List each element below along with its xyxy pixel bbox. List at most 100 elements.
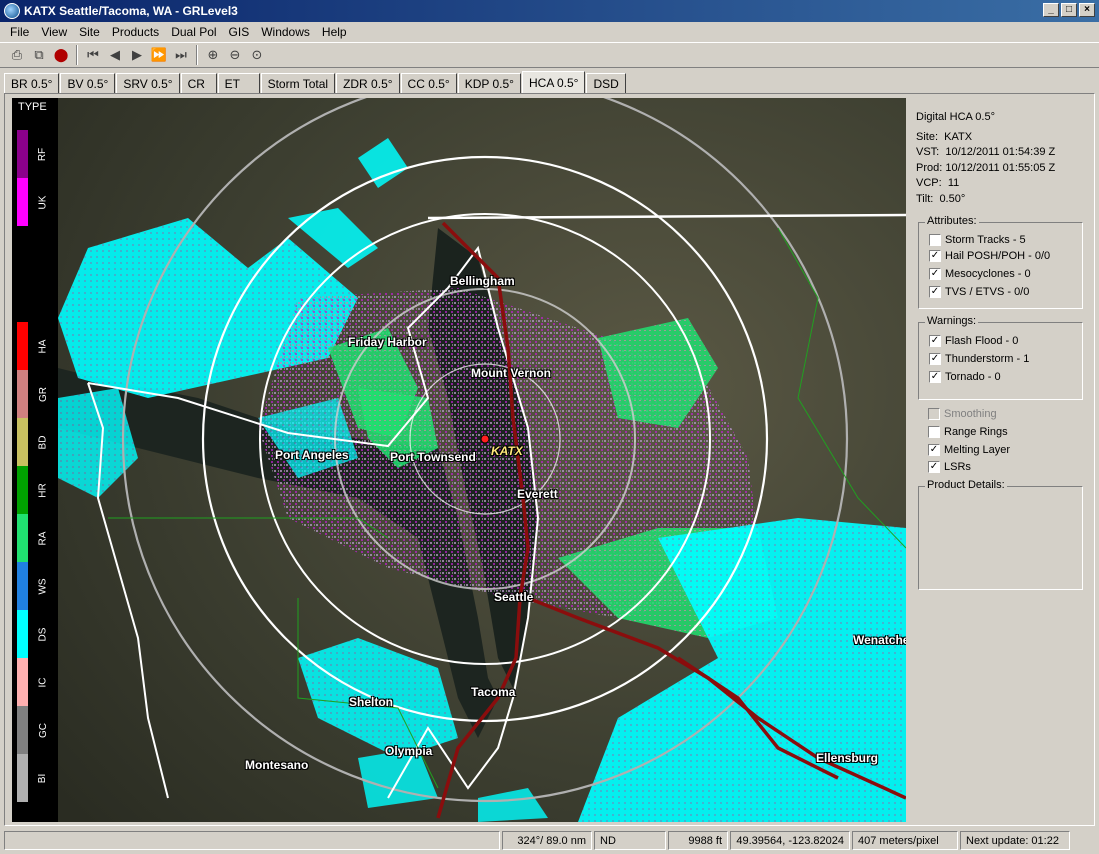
legend-class-label: WS (37, 577, 49, 595)
vst-value: 10/12/2011 01:54:39 Z (945, 146, 1056, 158)
checkbox[interactable] (929, 234, 941, 246)
warn-tornado[interactable]: ✓ Tornado - 0 (929, 371, 1001, 383)
option-melting-layer[interactable]: ✓ Melting Layer (928, 444, 1010, 456)
checkbox[interactable]: ✓ (928, 461, 940, 473)
record-icon[interactable]: ⬤ (50, 44, 72, 66)
close-button[interactable]: × (1079, 3, 1095, 17)
prod-row: Prod: 10/12/2011 01:55:05 Z (916, 161, 1055, 177)
status-scale: 407 meters/pixel (852, 831, 958, 850)
maximize-button[interactable]: □ (1061, 3, 1077, 17)
checkbox[interactable]: ✓ (928, 444, 940, 456)
zoom-in-icon[interactable]: ⊕ (202, 44, 224, 66)
warn-thunderstorm[interactable]: ✓ Thunderstorm - 1 (929, 353, 1029, 365)
menu-gis[interactable]: GIS (223, 23, 256, 41)
menu-file[interactable]: File (4, 23, 35, 41)
menu-windows[interactable]: Windows (255, 23, 316, 41)
prod-label: Prod: (916, 161, 943, 174)
option-smoothing[interactable]: Smoothing (928, 408, 997, 420)
minimize-button[interactable]: _ (1043, 3, 1059, 17)
tab-srv[interactable]: SRV 0.5° (116, 73, 180, 94)
step-back-icon[interactable]: ◀ (104, 44, 126, 66)
checkbox[interactable]: ✓ (929, 286, 941, 298)
checkbox[interactable] (928, 408, 940, 420)
attr-tvs[interactable]: ✓ TVS / ETVS - 0/0 (929, 286, 1029, 298)
legend-swatch (17, 706, 28, 754)
app-icon (4, 3, 20, 19)
tab-storm-total[interactable]: Storm Total (260, 73, 336, 94)
tab-br[interactable]: BR 0.5° (4, 73, 60, 94)
radar-map-canvas (58, 98, 906, 822)
city-port-townsend: Port Townsend (390, 450, 476, 464)
last-frame-icon[interactable]: ⏭ (170, 44, 192, 66)
checkbox[interactable]: ✓ (929, 268, 941, 280)
status-latlon: 49.39564, -123.82024 (730, 831, 850, 850)
attr-label: TVS / ETVS - 0/0 (945, 286, 1030, 298)
warn-flash-flood[interactable]: ✓ Flash Flood - 0 (929, 335, 1018, 347)
legend-swatch (17, 226, 28, 274)
window-title: KATX Seattle/Tacoma, WA - GRLevel3 (24, 4, 238, 18)
checkbox[interactable]: ✓ (929, 335, 941, 347)
tilt-value: 0.50° (939, 192, 966, 205)
tab-cr[interactable]: CR (180, 73, 217, 94)
tab-et[interactable]: ET (217, 73, 260, 94)
radar-map[interactable]: Bellingham Friday Harbor Mount Vernon Po… (58, 98, 906, 822)
legend-swatch (17, 754, 28, 802)
checkbox[interactable]: ✓ (929, 353, 941, 365)
tab-dsd[interactable]: DSD (586, 73, 626, 94)
product-info: Digital HCA 0.5° Site: KATX VST: 10/12/2… (916, 110, 1055, 207)
vcp-row: VCP: 11 (916, 176, 1055, 192)
city-seattle: Seattle (494, 590, 534, 604)
tab-cc[interactable]: CC 0.5° (400, 73, 457, 94)
legend-class-label: BI (37, 773, 49, 783)
legend-swatch (17, 178, 28, 226)
window-controls: _ □ × (1043, 3, 1095, 17)
status-value: ND (594, 831, 666, 850)
menu-dual-pol[interactable]: Dual Pol (165, 23, 222, 41)
tab-zdr[interactable]: ZDR 0.5° (336, 73, 400, 94)
prod-value: 10/12/2011 01:55:05 Z (945, 161, 1056, 174)
option-label: Range Rings (944, 426, 1008, 438)
attr-mesocyclones[interactable]: ✓ Mesocyclones - 0 (929, 268, 1031, 280)
site-label: Site: (916, 130, 939, 143)
first-frame-icon[interactable]: ⏮ (82, 44, 104, 66)
play-icon[interactable]: ▶ (126, 44, 148, 66)
checkbox[interactable]: ✓ (929, 250, 941, 262)
city-mount-vernon: Mount Vernon (471, 366, 551, 380)
option-lsrs[interactable]: ✓ LSRs (928, 461, 971, 473)
copy-icon[interactable]: ⧉ (28, 44, 50, 66)
legend-swatch (17, 274, 28, 322)
legend-class-label: GR (37, 386, 49, 402)
attr-storm-tracks[interactable]: Storm Tracks - 5 (929, 234, 1026, 246)
attr-label: Hail POSH/POH - 0/0 (945, 250, 1051, 262)
toolbar-separator (76, 45, 78, 65)
product-tabs: BR 0.5° BV 0.5° SRV 0.5° CR ET Storm Tot… (4, 71, 627, 94)
city-wenatchee: Wenatchee (853, 633, 906, 647)
menu-help[interactable]: Help (316, 23, 353, 41)
hca-color-legend: TYPE RF UK HA GR BD HR RA WS DS IC GC BI (12, 98, 58, 822)
option-range-rings[interactable]: Range Rings (928, 426, 1008, 438)
tab-bv[interactable]: BV 0.5° (60, 73, 116, 94)
city-everett: Everett (517, 487, 558, 501)
step-forward-icon[interactable]: ⏩ (148, 44, 170, 66)
product-name: Digital HCA 0.5° (916, 111, 995, 123)
menu-products[interactable]: Products (106, 23, 165, 41)
legend-class-label: GC (37, 722, 49, 738)
checkbox[interactable]: ✓ (929, 371, 941, 383)
status-bar: 324°/ 89.0 nm ND 9988 ft 49.39564, -123.… (0, 828, 1099, 852)
attributes-group: Attributes: Storm Tracks - 5 ✓ Hail POSH/… (918, 215, 1083, 309)
legend-swatch (17, 418, 28, 466)
tilt-label: Tilt: (916, 192, 934, 205)
print-icon[interactable]: ⎙ (6, 44, 28, 66)
tab-hca[interactable]: HCA 0.5° (521, 71, 586, 94)
zoom-out-icon[interactable]: ⊖ (224, 44, 246, 66)
legend-class-label: DS (37, 627, 49, 641)
tab-kdp[interactable]: KDP 0.5° (457, 73, 521, 94)
menu-site[interactable]: Site (73, 23, 106, 41)
legend-class-label: HR (37, 482, 49, 498)
checkbox[interactable] (928, 426, 940, 438)
site-value: KATX (944, 130, 973, 143)
attr-hail[interactable]: ✓ Hail POSH/POH - 0/0 (929, 250, 1050, 262)
zoom-reset-icon[interactable]: ⊙ (246, 44, 268, 66)
menu-view[interactable]: View (35, 23, 73, 41)
radar-site-marker[interactable] (480, 434, 490, 444)
